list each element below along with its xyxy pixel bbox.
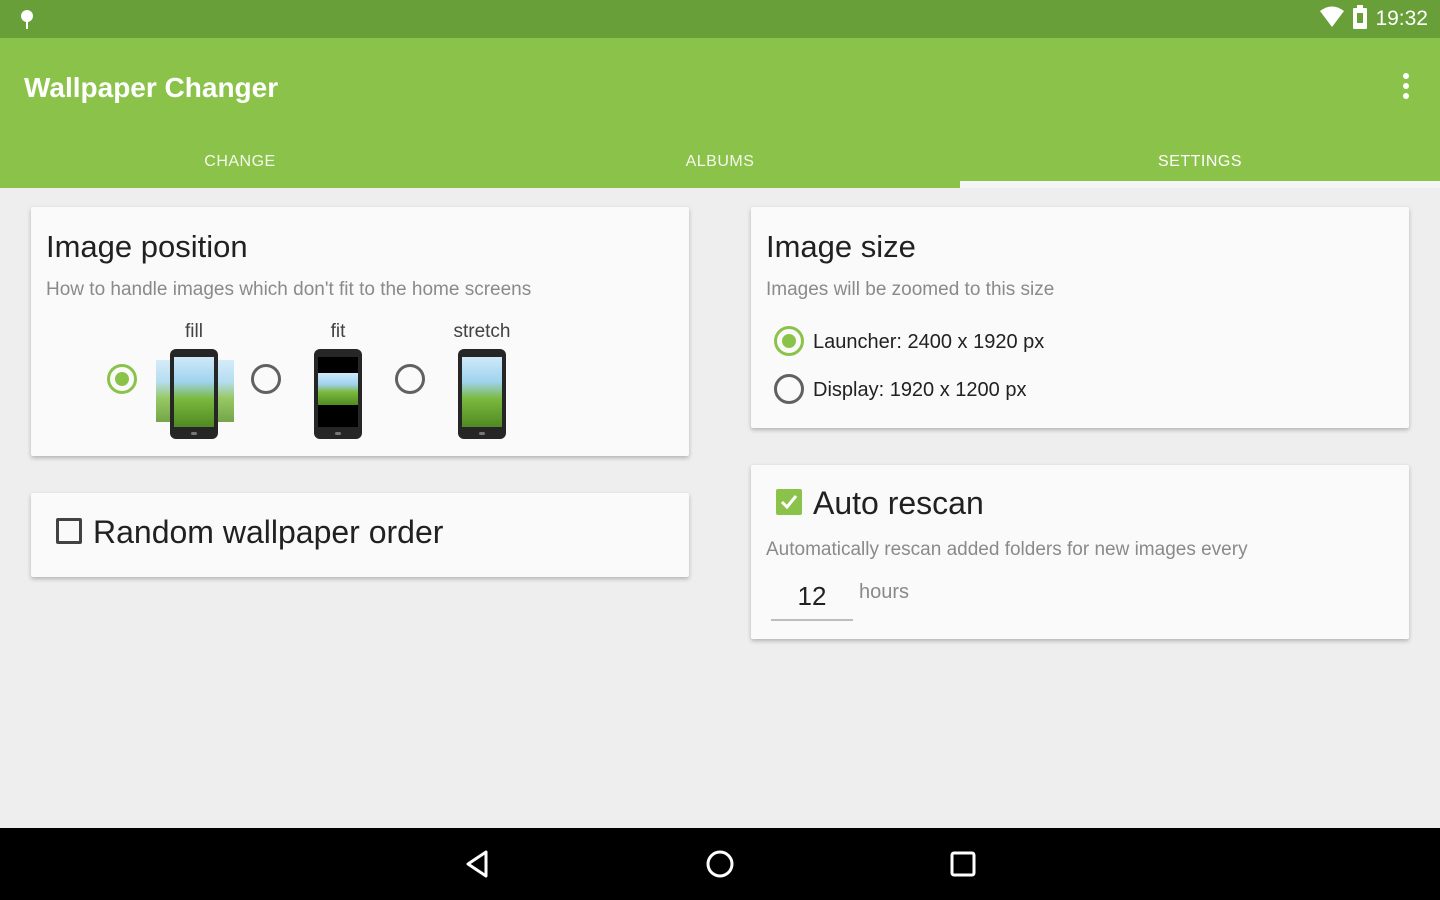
status-bar: 19:32 — [0, 0, 1440, 38]
rescan-interval-input[interactable]: 12 — [771, 573, 853, 621]
stretch-radio[interactable] — [395, 364, 425, 394]
recents-icon[interactable] — [947, 848, 979, 880]
checkmark-icon — [780, 495, 798, 510]
display-size-label[interactable]: Display: 1920 x 1200 px — [813, 379, 1026, 402]
display-size-radio[interactable] — [774, 374, 804, 404]
rescan-interval-unit: hours — [859, 581, 910, 603]
launcher-size-radio[interactable] — [774, 326, 804, 356]
image-position-subtitle: How to handle images which don't fit to … — [46, 279, 532, 300]
image-size-card: Image size Images will be zoomed to this… — [751, 207, 1409, 428]
random-order-checkbox[interactable] — [56, 518, 82, 544]
fit-radio[interactable] — [251, 364, 281, 394]
fill-radio[interactable] — [107, 364, 137, 394]
image-position-card: Image position How to handle images whic… — [31, 207, 689, 456]
tab-indicator — [960, 181, 1440, 188]
random-order-label: Random wallpaper order — [93, 514, 444, 550]
app-bar: Wallpaper Changer CHANGE ALBUMS SETTINGS — [0, 38, 1440, 188]
navigation-bar — [0, 828, 1440, 900]
image-size-title: Image size — [766, 229, 916, 264]
back-icon[interactable] — [462, 848, 494, 880]
fill-phone-icon — [170, 349, 218, 439]
launcher-size-label[interactable]: Launcher: 2400 x 1920 px — [813, 331, 1044, 354]
auto-rescan-label: Auto rescan — [813, 485, 984, 521]
tab-albums[interactable]: ALBUMS — [480, 138, 960, 188]
tab-settings[interactable]: SETTINGS — [960, 138, 1440, 188]
app-title: Wallpaper Changer — [24, 72, 279, 103]
wifi-icon — [1319, 6, 1345, 33]
status-clock: 19:32 — [1375, 7, 1428, 30]
fit-phone-icon — [314, 349, 362, 439]
tab-change[interactable]: CHANGE — [0, 138, 480, 188]
fill-label: fill — [185, 321, 203, 342]
overflow-menu-icon[interactable] — [1394, 70, 1418, 102]
battery-icon — [1353, 4, 1368, 34]
image-position-title: Image position — [46, 229, 248, 264]
notification-pin-icon — [16, 8, 38, 30]
auto-rescan-checkbox[interactable] — [776, 489, 802, 515]
auto-rescan-subtitle: Automatically rescan added folders for n… — [766, 539, 1248, 560]
fit-label: fit — [330, 321, 346, 342]
tab-bar: CHANGE ALBUMS SETTINGS — [0, 138, 1440, 188]
random-order-card[interactable]: Random wallpaper order — [31, 493, 689, 577]
auto-rescan-card: Auto rescan Automatically rescan added f… — [751, 465, 1409, 639]
home-icon[interactable] — [704, 848, 736, 880]
stretch-phone-icon — [458, 349, 506, 439]
image-size-subtitle: Images will be zoomed to this size — [766, 279, 1055, 300]
stretch-label: stretch — [453, 321, 511, 342]
